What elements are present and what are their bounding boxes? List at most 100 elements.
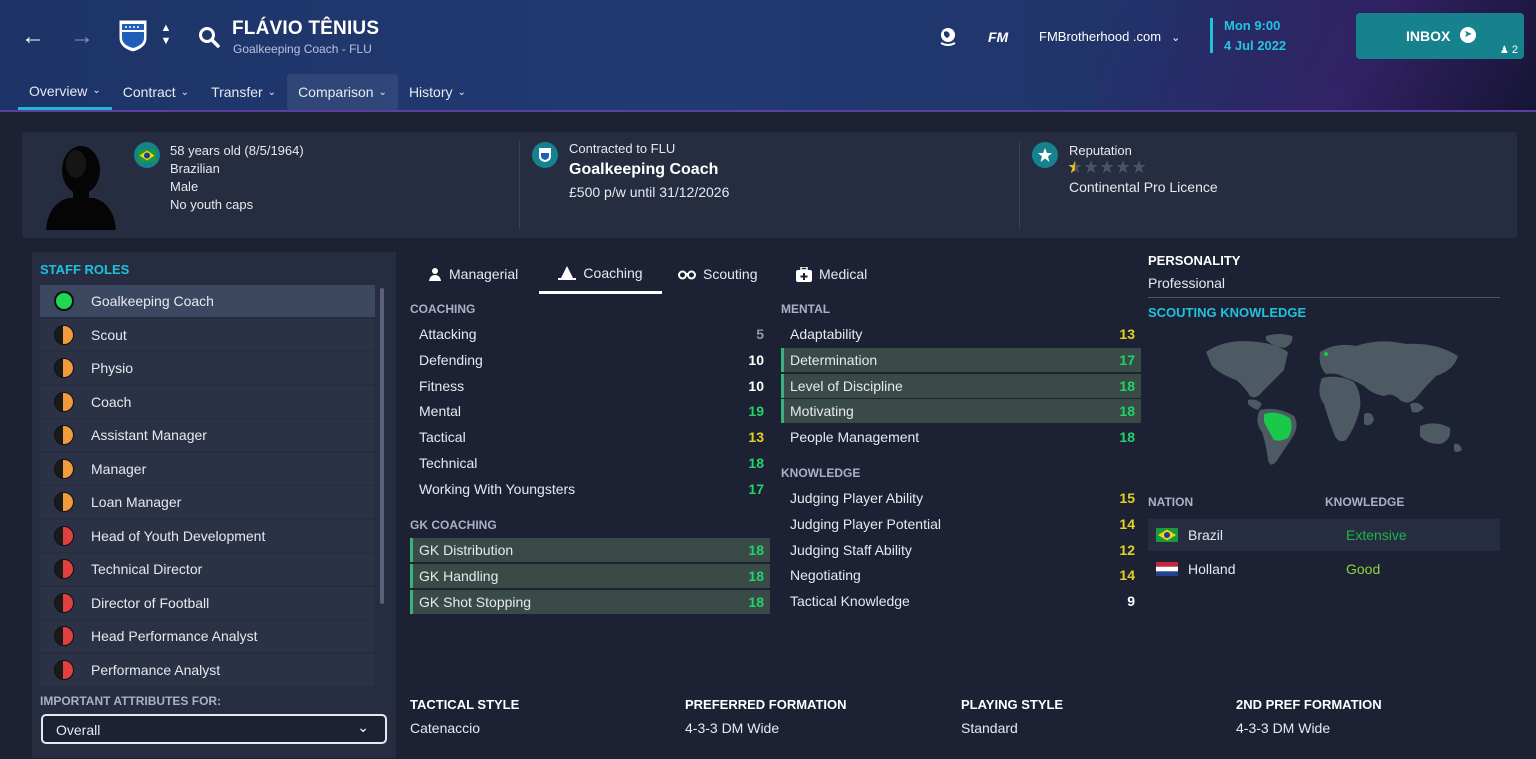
- role-row[interactable]: Goalkeeping Coach: [40, 285, 375, 317]
- tab-label: Medical: [819, 266, 868, 282]
- gk-coaching-attributes: GK Distribution 18 GK Handling 18 GK Shot …: [410, 538, 770, 614]
- role-row[interactable]: Head Performance Analyst: [40, 620, 375, 652]
- back-arrow-icon[interactable]: ←: [19, 23, 47, 51]
- attribute-label: Negotiating: [790, 567, 861, 584]
- attribute-row[interactable]: Working With Youngsters 17: [410, 477, 770, 501]
- attribute-row[interactable]: GK Distribution 18: [410, 538, 770, 562]
- attribute-row[interactable]: Negotiating 14: [781, 563, 1141, 587]
- role-label: Performance Analyst: [91, 662, 221, 678]
- attribute-row[interactable]: People Management 18: [781, 425, 1141, 449]
- tab-overview[interactable]: Overview ⌄: [18, 74, 112, 110]
- role-row[interactable]: Scout: [40, 319, 375, 351]
- role-row[interactable]: Technical Director: [40, 553, 375, 585]
- mental-section-title: MENTAL: [781, 302, 831, 316]
- attribute-value: 12: [1119, 541, 1135, 558]
- attribute-row[interactable]: Tactical 13: [410, 425, 770, 449]
- role-row[interactable]: Manager: [40, 453, 375, 485]
- tab-label: Overview: [29, 82, 88, 99]
- coaching-attributes: Attacking 5 Defending 10 Fitness 10 Mental 1…: [410, 322, 770, 501]
- wage[interactable]: £500 p/w until 31/12/2026: [569, 184, 729, 200]
- divider: [1019, 141, 1020, 229]
- attribute-row[interactable]: Technical 18: [410, 451, 770, 475]
- divider: [1148, 297, 1500, 298]
- binoculars-icon: [678, 270, 696, 280]
- role-row[interactable]: Physio: [40, 352, 375, 384]
- attribute-row[interactable]: Fitness 10: [410, 374, 770, 398]
- attribute-row[interactable]: Motivating 18: [781, 399, 1141, 424]
- site-menu[interactable]: FMBrotherhood .com ⌄: [1039, 29, 1180, 44]
- tab-coaching[interactable]: Coaching: [539, 254, 662, 294]
- nation-row[interactable]: Holland Good: [1148, 553, 1500, 585]
- tactical-style-label: TACTICAL STYLE: [410, 697, 520, 712]
- attribute-value: 18: [748, 454, 764, 471]
- role-label: Head Performance Analyst: [91, 628, 258, 644]
- globe-icon[interactable]: [937, 25, 959, 47]
- attribute-row[interactable]: Determination 17: [781, 347, 1141, 372]
- attribute-row[interactable]: Level of Discipline 18: [781, 373, 1141, 398]
- role-label: Technical Director: [91, 561, 203, 577]
- reputation-star-icon: [1132, 160, 1146, 174]
- tab-managerial[interactable]: Managerial: [428, 254, 518, 294]
- role-row[interactable]: Assistant Manager: [40, 419, 375, 451]
- attribute-label: GK Handling: [419, 567, 499, 584]
- chevron-down-icon: ⌄: [357, 719, 369, 735]
- attribute-row[interactable]: Adaptability 13: [781, 322, 1141, 346]
- attribute-row[interactable]: GK Shot Stopping 18: [410, 589, 770, 614]
- tab-contract[interactable]: Contract ⌄: [112, 74, 200, 110]
- attribute-label: Motivating: [790, 403, 854, 420]
- attribute-value: 18: [748, 593, 764, 610]
- role-suitability-icon: [54, 459, 74, 479]
- attribute-row[interactable]: Judging Player Potential 14: [781, 512, 1141, 536]
- tab-transfer[interactable]: Transfer ⌄: [200, 74, 287, 110]
- tab-comparison[interactable]: Comparison ⌄: [287, 74, 398, 110]
- attribute-value: 9: [1127, 593, 1135, 610]
- mental-attributes: Adaptability 13 Determination 17 Level of …: [781, 322, 1141, 449]
- date-display[interactable]: Mon 9:00 4 Jul 2022: [1210, 18, 1286, 53]
- tab-history[interactable]: History ⌄: [398, 74, 477, 110]
- world-map[interactable]: [1196, 330, 1468, 472]
- club-crest-icon[interactable]: [117, 18, 149, 54]
- attribute-row[interactable]: GK Handling 18: [410, 563, 770, 588]
- forward-arrow-icon[interactable]: →: [68, 23, 96, 51]
- nation-name: Brazil: [1188, 527, 1224, 543]
- knowledge-column-header[interactable]: KNOWLEDGE: [1325, 495, 1404, 509]
- holland-flag-icon: [1156, 562, 1178, 576]
- day-time: Mon 9:00: [1224, 18, 1281, 33]
- coaching-section-title: COACHING: [410, 302, 476, 316]
- chevron-down-icon: ⌄: [457, 86, 466, 98]
- attribute-row[interactable]: Judging Staff Ability 12: [781, 538, 1141, 562]
- important-attributes-label: IMPORTANT ATTRIBUTES FOR:: [40, 694, 222, 708]
- role-row[interactable]: Head of Youth Development: [40, 520, 375, 552]
- knowledge-level: Extensive: [1346, 527, 1407, 543]
- nation-column-header[interactable]: NATION: [1148, 495, 1193, 509]
- attribute-row[interactable]: Judging Player Ability 15: [781, 486, 1141, 510]
- attribute-row[interactable]: Attacking 5: [410, 322, 770, 346]
- important-attributes-dropdown[interactable]: Overall ⌄: [41, 714, 387, 744]
- reputation-star-icon: [1116, 160, 1130, 174]
- knowledge-section-title: KNOWLEDGE: [781, 466, 861, 480]
- attribute-label: Tactical: [419, 429, 466, 446]
- inbox-button[interactable]: INBOX ➤ ♟ 2: [1356, 13, 1524, 59]
- attribute-label: Judging Staff Ability: [790, 541, 912, 558]
- tab-scouting[interactable]: Scouting: [678, 254, 757, 294]
- role-suitability-icon: [54, 593, 74, 613]
- tab-medical[interactable]: Medical: [796, 254, 867, 294]
- nation-row[interactable]: Brazil Extensive: [1148, 519, 1500, 551]
- role-row[interactable]: Director of Football: [40, 587, 375, 619]
- attribute-row[interactable]: Defending 10: [410, 348, 770, 372]
- role-label: Coach: [91, 394, 132, 410]
- attribute-label: GK Shot Stopping: [419, 593, 532, 610]
- roles-scrollbar[interactable]: [380, 288, 384, 604]
- attribute-value: 5: [756, 326, 764, 342]
- role-row[interactable]: Loan Manager: [40, 486, 375, 518]
- preferred-formation-value: 4-3-3 DM Wide: [685, 720, 780, 736]
- role-row[interactable]: Coach: [40, 386, 375, 418]
- attribute-row[interactable]: Mental 19: [410, 399, 770, 423]
- role-row[interactable]: Performance Analyst: [40, 654, 375, 686]
- club-switch-icon[interactable]: ▲ ▼: [159, 22, 173, 52]
- attribute-value: 17: [748, 480, 764, 497]
- attribute-row[interactable]: Tactical Knowledge 9: [781, 589, 1141, 613]
- search-icon[interactable]: [197, 25, 221, 49]
- fm-logo: FM: [988, 29, 1009, 45]
- attribute-value: 15: [1119, 490, 1135, 506]
